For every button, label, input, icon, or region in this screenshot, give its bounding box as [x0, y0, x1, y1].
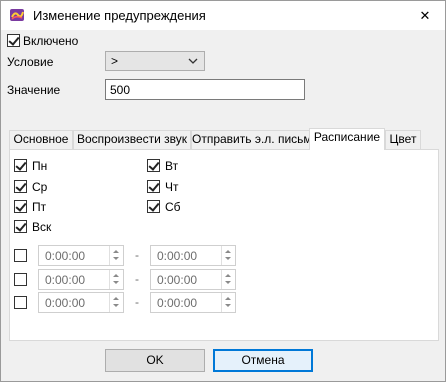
day-checkbox[interactable] — [14, 220, 27, 233]
app-logo-icon — [9, 7, 25, 23]
spin-arrows[interactable] — [109, 293, 123, 312]
time-range-1-from[interactable]: 0:00:00 — [38, 245, 124, 266]
spin-arrows[interactable] — [221, 246, 235, 265]
time-value: 0:00:00 — [157, 273, 198, 287]
title-bar: Изменение предупреждения ✕ — [1, 1, 445, 30]
window-title: Изменение предупреждения — [33, 8, 206, 23]
cancel-button[interactable]: Отмена — [213, 349, 313, 372]
tab-schedule[interactable]: Расписание — [309, 128, 385, 150]
close-button[interactable]: ✕ — [405, 1, 445, 30]
day-label: Чт — [165, 180, 179, 194]
time-value: 0:00:00 — [157, 249, 198, 263]
time-range-2-from[interactable]: 0:00:00 — [38, 269, 124, 290]
day-label: Пт — [32, 200, 47, 214]
tab-strip: Основное Воспроизвести звук Отправить э.… — [9, 128, 439, 150]
time-range-2-to[interactable]: 0:00:00 — [150, 269, 236, 290]
condition-label: Условие — [7, 55, 54, 69]
spin-arrows[interactable] — [109, 246, 123, 265]
range-separator: - — [135, 295, 139, 309]
chevron-down-icon — [188, 55, 198, 69]
day-checkbox[interactable] — [14, 200, 27, 213]
condition-select[interactable]: > — [105, 51, 205, 71]
value-label: Значение — [7, 83, 61, 97]
day-checkbox[interactable] — [147, 159, 160, 172]
spin-arrows[interactable] — [221, 293, 235, 312]
day-checkbox[interactable] — [147, 180, 160, 193]
time-value: 0:00:00 — [45, 249, 86, 263]
tab-send-email[interactable]: Отправить э.л. письмо — [191, 130, 318, 149]
enabled-label: Включено — [23, 34, 79, 48]
day-label: Ср — [32, 180, 48, 194]
ok-button[interactable]: OK — [105, 349, 205, 372]
range-separator: - — [135, 272, 139, 286]
day-label: Вт — [165, 159, 179, 173]
spin-arrows[interactable] — [109, 270, 123, 289]
day-label: Сб — [165, 200, 181, 214]
day-checkbox[interactable] — [147, 200, 160, 213]
range-separator: - — [135, 248, 139, 262]
schedule-panel: Пн Вт Ср Чт Пт Сб Вск 0:00:00 - 0:00:00 … — [9, 149, 439, 341]
tab-color[interactable]: Цвет — [385, 130, 421, 149]
alert-edit-dialog: Изменение предупреждения ✕ Включено Усло… — [0, 0, 446, 382]
enabled-checkbox[interactable] — [7, 34, 20, 47]
time-range-1-to[interactable]: 0:00:00 — [150, 245, 236, 266]
tab-play-sound[interactable]: Воспроизвести звук — [73, 130, 191, 149]
time-range-2-checkbox[interactable] — [14, 273, 27, 286]
condition-selected-value: > — [111, 54, 119, 68]
day-checkbox[interactable] — [14, 159, 27, 172]
value-input-text: 500 — [110, 83, 131, 97]
spin-arrows[interactable] — [221, 270, 235, 289]
time-range-3-checkbox[interactable] — [14, 296, 27, 309]
time-value: 0:00:00 — [45, 296, 86, 310]
time-range-1-checkbox[interactable] — [14, 249, 27, 262]
time-value: 0:00:00 — [45, 273, 86, 287]
day-label: Вск — [32, 220, 52, 234]
time-range-3-from[interactable]: 0:00:00 — [38, 292, 124, 313]
tab-general[interactable]: Основное — [9, 130, 73, 149]
time-value: 0:00:00 — [157, 296, 198, 310]
day-label: Пн — [32, 159, 48, 173]
day-checkbox[interactable] — [14, 180, 27, 193]
value-input[interactable]: 500 — [105, 79, 305, 100]
time-range-3-to[interactable]: 0:00:00 — [150, 292, 236, 313]
close-icon: ✕ — [419, 7, 431, 23]
